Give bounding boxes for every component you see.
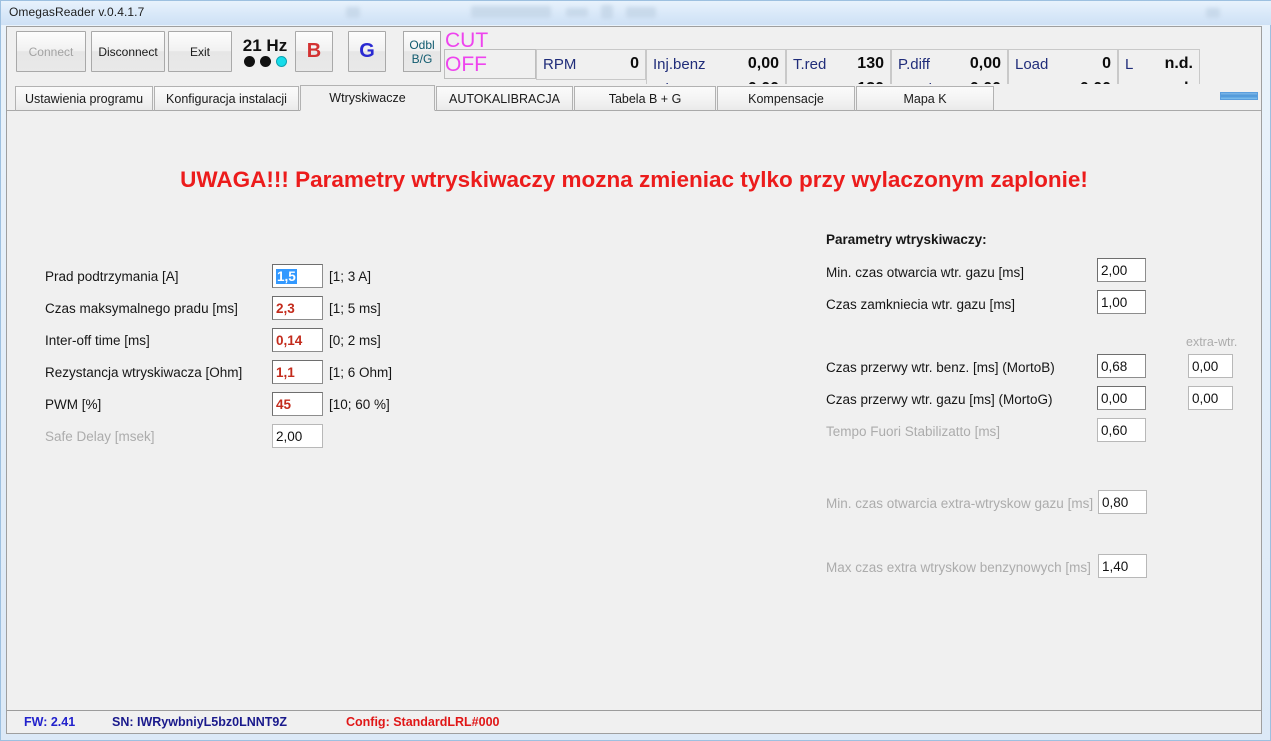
tab-wtryskiwacze[interactable]: Wtryskiwacze	[300, 85, 435, 111]
connect-button[interactable]: Connect	[16, 31, 86, 72]
titlebar-blurred-artifact	[346, 7, 360, 18]
tab-konfiguracja-instalacji[interactable]: Konfiguracja instalacji	[154, 86, 299, 111]
titlebar-blurred-artifact	[566, 8, 588, 17]
right-section-heading: Parametry wtryskiwaczy:	[826, 232, 987, 247]
label-prad-podtrzymania: Prad podtrzymania [A]	[45, 269, 179, 284]
content-panel: UWAGA!!! Parametry wtryskiwaczy mozna zm…	[7, 111, 1261, 732]
readout-value: 130	[857, 55, 884, 72]
label-inter-off-time: Inter-off time [ms]	[45, 333, 150, 348]
tab-kompensacje[interactable]: Kompensacje	[717, 86, 855, 111]
readout-value: n.d.	[1164, 55, 1193, 72]
frequency-indicator: 21 Hz	[237, 31, 293, 72]
fuel-mode-petrol-button[interactable]: B	[295, 31, 333, 72]
readout-value: 0,00	[747, 55, 779, 72]
titlebar-blurred-artifact	[471, 6, 551, 18]
label-min-czas-otwarcia-extra-wtryskow-gazu: Min. czas otwarcia extra-wtryskow gazu […	[826, 496, 1094, 511]
status-firmware: FW: 2.41	[24, 715, 76, 729]
status-config: Config: StandardLRL#000	[346, 715, 500, 729]
status-dot-2-icon	[259, 55, 271, 67]
input-rezystancja-wtryskiwacza[interactable]: 1,1	[272, 360, 323, 384]
toolbar: Connect Disconnect Exit 21 Hz B G Odbl B…	[7, 27, 1261, 105]
readout-rpm: RPM 0	[536, 49, 646, 80]
input-max-czas-extra-wtryskow-benzynowych[interactable]: 1,40	[1098, 554, 1147, 578]
odbl-line-1: Odbl	[409, 37, 435, 52]
status-bar: FW: 2.41 SN: IWRywbniyL5bz0LNNT9Z Config…	[7, 710, 1261, 733]
frequency-label: 21 Hz	[242, 35, 288, 55]
readout-label: T.red	[793, 55, 827, 73]
input-czas-maksymalnego-pradu[interactable]: 2,3	[272, 296, 323, 320]
readout-row: T.red 130	[793, 52, 884, 76]
input-min-czas-otwarcia-extra-wtryskow-gazu[interactable]: 0,80	[1098, 490, 1147, 514]
tab-mapa-k[interactable]: Mapa K	[856, 86, 994, 111]
readout-value: 0	[1102, 55, 1111, 72]
input-czas-przerwy-wtr-gazu[interactable]: 0,00	[1097, 386, 1146, 410]
readout-row: L n.d.	[1125, 52, 1193, 76]
label-pwm: PWM [%]	[45, 397, 102, 412]
application-window: OmegasReader v.0.4.1.7 Connect Disconnec…	[0, 0, 1271, 741]
readout-row: RPM 0	[543, 52, 639, 76]
readout-row: Load 0	[1015, 52, 1111, 76]
cut-off-indicator: CUT OFF	[444, 29, 536, 79]
input-tempo-fuori-stabilizatto[interactable]: 0,60	[1097, 418, 1146, 442]
odbl-bg-button[interactable]: Odbl B/G	[403, 31, 441, 72]
input-prad-podtrzymania[interactable]: 1,5	[272, 264, 323, 288]
tab-tabela-b-g[interactable]: Tabela B + G	[574, 86, 716, 111]
input-czas-zamkniecia-wtr-gazu[interactable]: 1,00	[1097, 290, 1146, 314]
input-prad-podtrzymania-value: 1,5	[276, 268, 297, 284]
label-rezystancja-wtryskiwacza: Rezystancja wtryskiwacza [Ohm]	[45, 365, 243, 380]
odbl-line-2: B/G	[411, 51, 433, 66]
input-safe-delay[interactable]: 2,00	[272, 424, 323, 448]
title-bar: OmegasReader v.0.4.1.7	[1, 1, 1271, 25]
status-dot-1-icon	[243, 55, 255, 67]
label-max-czas-extra-wtryskow-benzynowych: Max czas extra wtryskow benzynowych [ms]	[826, 560, 1091, 575]
range-czas-maksymalnego-pradu: [1; 5 ms]	[329, 301, 381, 316]
exit-button[interactable]: Exit	[168, 31, 232, 72]
readout-row: P.diff 0,00	[898, 52, 1001, 76]
fuel-mode-gas-button[interactable]: G	[348, 31, 386, 72]
connection-activity-indicator	[1220, 92, 1258, 100]
label-czas-przerwy-wtr-gazu: Czas przerwy wtr. gazu [ms] (MortoG)	[826, 392, 1053, 407]
label-tempo-fuori-stabilizatto: Tempo Fuori Stabilizatto [ms]	[826, 424, 1001, 439]
label-czas-przerwy-wtr-benz: Czas przerwy wtr. benz. [ms] (MortoB)	[826, 360, 1055, 375]
titlebar-blurred-artifact	[601, 5, 613, 19]
range-inter-off-time: [0; 2 ms]	[329, 333, 381, 348]
input-min-czas-otwarcia-wtr-gazu[interactable]: 2,00	[1097, 258, 1146, 282]
range-pwm: [10; 60 %]	[329, 397, 390, 412]
titlebar-blurred-artifact	[626, 7, 656, 18]
tab-bar: Ustawienia programu Konfiguracja instala…	[7, 84, 1261, 111]
label-safe-delay: Safe Delay [msek]	[45, 429, 155, 444]
input-czas-przerwy-wtr-benz-extra[interactable]: 0,00	[1188, 354, 1233, 378]
readout-label: L	[1125, 55, 1134, 73]
readout-value: 0	[630, 55, 639, 72]
readout-label: Load	[1015, 55, 1049, 73]
warning-banner: UWAGA!!! Parametry wtryskiwaczy mozna zm…	[180, 167, 1088, 192]
disconnect-button[interactable]: Disconnect	[91, 31, 165, 72]
window-title: OmegasReader v.0.4.1.7	[9, 5, 145, 19]
client-area: Connect Disconnect Exit 21 Hz B G Odbl B…	[6, 26, 1262, 734]
status-dot-3-icon	[275, 55, 287, 67]
extra-column-header: extra-wtr.	[1186, 335, 1238, 349]
label-min-czas-otwarcia-wtr-gazu: Min. czas otwarcia wtr. gazu [ms]	[826, 265, 1025, 280]
status-dots	[243, 55, 287, 67]
input-inter-off-time[interactable]: 0,14	[272, 328, 323, 352]
tab-ustawienia-programu[interactable]: Ustawienia programu	[15, 86, 153, 111]
tab-autokalibracja[interactable]: AUTOKALIBRACJA	[436, 86, 573, 111]
input-czas-przerwy-wtr-gazu-extra[interactable]: 0,00	[1188, 386, 1233, 410]
titlebar-blurred-artifact	[1206, 8, 1220, 18]
label-czas-zamkniecia-wtr-gazu: Czas zamkniecia wtr. gazu [ms]	[826, 297, 1016, 312]
readout-row: Inj.benz 0,00	[653, 52, 779, 76]
readout-label: P.diff	[898, 55, 930, 73]
readout-label: Inj.benz	[653, 55, 706, 73]
status-serial-number: SN: IWRywbniyL5bz0LNNT9Z	[112, 715, 288, 729]
label-czas-maksymalnego-pradu: Czas maksymalnego pradu [ms]	[45, 301, 238, 316]
readout-label: RPM	[543, 55, 577, 73]
range-prad-podtrzymania: [1; 3 A]	[329, 269, 372, 284]
input-czas-przerwy-wtr-benz[interactable]: 0,68	[1097, 354, 1146, 378]
range-rezystancja-wtryskiwacza: [1; 6 Ohm]	[329, 365, 393, 380]
readout-value: 0,00	[969, 55, 1001, 72]
input-pwm[interactable]: 45	[272, 392, 323, 416]
